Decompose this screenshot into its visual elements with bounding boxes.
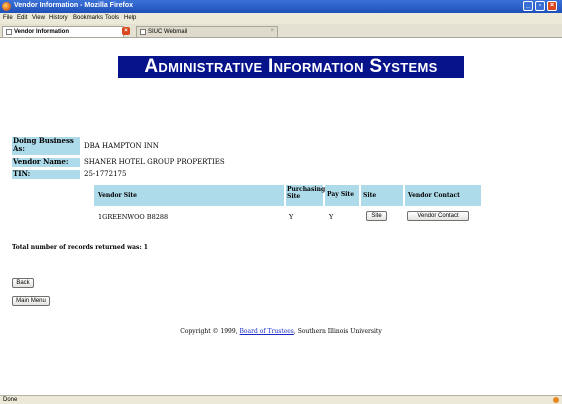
firefox-icon	[2, 2, 11, 11]
tab-label: Vendor Information	[14, 29, 70, 35]
header-pay-site: Pay Site	[325, 185, 359, 206]
cell-purchasing-site: Y	[289, 213, 294, 221]
cell-vendor-site: 1GREENWOO B8288	[98, 213, 169, 221]
menu-view[interactable]: View	[32, 15, 45, 21]
menu-bookmarks[interactable]: Bookmarks	[73, 15, 103, 21]
close-window-icon[interactable]: ×	[547, 1, 557, 11]
cell-pay-site: Y	[329, 213, 334, 221]
board-of-trustees-link[interactable]: Board of Trustees	[240, 328, 294, 335]
copyright-suffix: , Southern Illinois University	[293, 328, 382, 335]
page-icon	[140, 29, 146, 35]
menu-history[interactable]: History	[49, 15, 68, 21]
dba-value: DBA HAMPTON INN	[84, 142, 159, 150]
header-purchasing-site: Purchasing Site	[286, 185, 325, 206]
status-bar: Done	[0, 395, 562, 404]
header-vendor-site: Vendor Site	[94, 185, 284, 206]
window-title: Vendor Information - Mozilla Firefox	[14, 2, 134, 9]
vendor-name-label: Vendor Name:	[12, 158, 80, 167]
minimize-icon[interactable]: _	[523, 1, 533, 11]
site-button[interactable]: Site	[366, 211, 387, 221]
copyright-footer: Copyright © 1999, Board of Trustees, Sou…	[0, 328, 562, 335]
menu-tools[interactable]: Tools	[105, 15, 119, 21]
status-text: Done	[3, 397, 18, 403]
menu-help[interactable]: Help	[124, 15, 136, 21]
window-titlebar: Vendor Information - Mozilla Firefox _ ▫…	[0, 0, 562, 13]
page-icon	[6, 29, 12, 35]
header-site: Site	[361, 185, 403, 206]
menu-bar: File Edit View History Bookmarks Tools H…	[0, 13, 562, 24]
back-button[interactable]: Back	[12, 278, 34, 288]
tab-siuc-webmail[interactable]: SIUC Webmail ×	[136, 26, 278, 37]
tab-bar: Vendor Information × SIUC Webmail ×	[0, 24, 562, 38]
tin-label: TIN:	[12, 170, 80, 179]
vendor-contact-button[interactable]: Vendor Contact	[407, 211, 469, 221]
header-vendor-contact: Vendor Contact	[405, 185, 481, 206]
menu-file[interactable]: File	[3, 15, 13, 21]
main-menu-button[interactable]: Main Menu	[12, 296, 50, 306]
tin-value: 25-1772175	[84, 170, 127, 178]
page-banner: Administrative Information Systems	[118, 56, 464, 78]
records-summary: Total number of records returned was: 1	[12, 244, 148, 251]
copyright-text: Copyright © 1999,	[180, 328, 238, 335]
menu-edit[interactable]: Edit	[17, 15, 27, 21]
maximize-icon[interactable]: ▫	[535, 1, 545, 11]
status-indicator-icon	[553, 397, 559, 403]
tab-vendor-information[interactable]: Vendor Information	[2, 26, 124, 37]
vendor-name-value: SHANER HOTEL GROUP PROPERTIES	[84, 158, 225, 166]
close-tab-icon[interactable]: ×	[270, 28, 274, 34]
dba-label: Doing Business As:	[12, 137, 80, 155]
tab-label: SIUC Webmail	[148, 29, 188, 35]
close-tab-icon[interactable]: ×	[122, 27, 130, 35]
